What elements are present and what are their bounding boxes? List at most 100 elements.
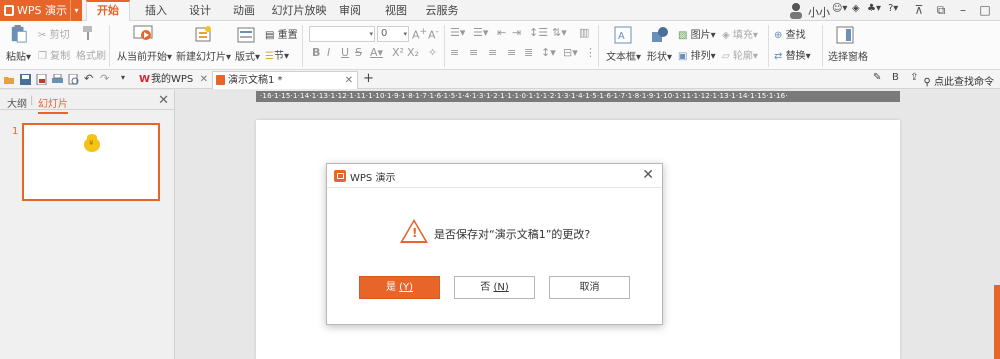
- pin-icon[interactable]: ✎: [873, 72, 881, 83]
- paste-button[interactable]: 粘贴▾: [6, 48, 31, 63]
- align-left-icon[interactable]: ≡: [450, 46, 459, 59]
- fill-button[interactable]: ◈ 填充▾: [722, 26, 758, 42]
- font-name-combo[interactable]: ▾: [309, 26, 375, 42]
- align-right-icon[interactable]: ≡: [488, 46, 497, 59]
- cancel-button[interactable]: 取消: [549, 276, 630, 299]
- close-icon[interactable]: ✕: [642, 167, 654, 183]
- user-name[interactable]: 小小: [808, 4, 830, 20]
- select-pane-icon[interactable]: [836, 26, 854, 44]
- tab-review[interactable]: 审阅: [334, 0, 366, 21]
- scroll-handle[interactable]: [994, 285, 1000, 359]
- shape-button[interactable]: 形状▾: [647, 48, 672, 63]
- superscript-icon[interactable]: X²: [392, 46, 404, 59]
- customize-icon[interactable]: ▾: [121, 73, 125, 82]
- print-icon[interactable]: [52, 74, 63, 85]
- section-button[interactable]: ☰节▾: [265, 47, 289, 63]
- tab-my-wps[interactable]: W 我的WPS ✕: [136, 71, 212, 89]
- maximize-icon[interactable]: □: [974, 0, 996, 21]
- avatar[interactable]: [787, 1, 805, 22]
- tab-slideshow[interactable]: 幻灯片放映: [270, 0, 328, 21]
- italic-icon[interactable]: I: [327, 46, 330, 59]
- font-size-combo[interactable]: 0 ▾: [377, 26, 409, 42]
- text-box-icon[interactable]: A: [614, 26, 632, 44]
- justify-icon[interactable]: ≡: [507, 46, 516, 59]
- distribute-icon[interactable]: ≣: [524, 46, 533, 59]
- text-box-button[interactable]: 文本框▾: [606, 48, 641, 63]
- close-icon[interactable]: ✕: [158, 93, 169, 108]
- clear-format-icon[interactable]: ✧: [428, 46, 437, 59]
- help-icon[interactable]: ?▾: [888, 3, 898, 14]
- tab-slides[interactable]: 幻灯片: [38, 95, 68, 114]
- new-slide-button[interactable]: 新建幻灯片▾: [176, 48, 231, 63]
- align-center-icon[interactable]: ≡: [469, 46, 478, 59]
- slide-thumbnail[interactable]: ¥: [22, 123, 160, 201]
- valign-icon[interactable]: ⊟▾: [563, 46, 578, 59]
- close-icon[interactable]: ✕: [345, 72, 353, 89]
- export-icon[interactable]: [36, 74, 47, 85]
- app-menu-button[interactable]: WPS 演示 ▾: [0, 0, 82, 21]
- bold-icon[interactable]: B: [312, 46, 320, 59]
- smartart-icon[interactable]: ⋮: [585, 46, 596, 59]
- share-icon[interactable]: ⇪: [910, 72, 918, 83]
- shrink-font-icon[interactable]: A-: [428, 26, 439, 42]
- outline-button[interactable]: ▱ 轮廓▾: [722, 47, 758, 63]
- find-button[interactable]: ⊕ 查找: [774, 26, 806, 42]
- arrange-button[interactable]: ▣ 排列▾: [678, 47, 716, 63]
- decrease-indent-icon[interactable]: ⇤: [497, 26, 506, 39]
- format-painter-icon[interactable]: [80, 25, 96, 41]
- bullet-list-icon[interactable]: ☰▾: [450, 26, 465, 39]
- restore-ribbon-icon[interactable]: ⊼: [908, 0, 930, 21]
- tab-cloud[interactable]: 云服务: [424, 0, 460, 21]
- number-list-icon[interactable]: ☰▾: [473, 26, 488, 39]
- redo-icon[interactable]: ↷: [100, 72, 109, 85]
- open-icon[interactable]: [4, 74, 15, 85]
- subscript-icon[interactable]: X₂: [407, 46, 419, 59]
- tab-outline[interactable]: 大纲: [7, 95, 27, 110]
- no-button[interactable]: 否 (N): [454, 276, 535, 299]
- text-direction-icon[interactable]: ⇅▾: [552, 26, 567, 39]
- shield-icon[interactable]: ◈: [852, 3, 860, 14]
- para-spacing-icon[interactable]: ↕▾: [541, 46, 556, 59]
- undo-icon[interactable]: ↶: [84, 72, 93, 85]
- layout-icon[interactable]: [237, 27, 255, 43]
- slideshow-icon[interactable]: [133, 25, 153, 43]
- save-icon[interactable]: [20, 74, 31, 85]
- cut-button[interactable]: ✂ 剪切: [38, 26, 70, 42]
- layout-button[interactable]: 版式▾: [235, 48, 260, 63]
- format-painter-button[interactable]: 格式刷: [76, 47, 106, 62]
- paste-icon[interactable]: [8, 25, 30, 43]
- shape-icon[interactable]: [651, 26, 669, 44]
- print-preview-icon[interactable]: [68, 74, 79, 85]
- minimize-icon[interactable]: –: [952, 0, 974, 21]
- tab-view[interactable]: 视图: [380, 0, 412, 21]
- increase-indent-icon[interactable]: ⇥: [512, 26, 521, 39]
- close-icon[interactable]: ✕: [200, 71, 208, 88]
- picture-button[interactable]: ▧ 图片▾: [678, 26, 716, 42]
- tab-design[interactable]: 设计: [184, 0, 216, 21]
- dialog-titlebar[interactable]: WPS 演示 ✕: [327, 164, 662, 188]
- grow-font-icon[interactable]: A+: [412, 26, 427, 42]
- columns-icon[interactable]: ▥: [579, 26, 589, 39]
- restore-window-icon[interactable]: ⧉: [930, 0, 952, 21]
- line-spacing-icon[interactable]: ↕☰: [529, 26, 548, 39]
- tab-document[interactable]: 演示文稿1 * ✕: [212, 71, 358, 89]
- select-pane-button[interactable]: 选择窗格: [828, 48, 868, 63]
- copy-button[interactable]: ❐ 复制: [38, 47, 70, 63]
- from-current-button[interactable]: 从当前开始▾: [117, 48, 172, 63]
- underline-icon[interactable]: U: [341, 46, 349, 59]
- replace-button[interactable]: ⇄ 替换▾: [774, 47, 811, 63]
- chevron-down-icon[interactable]: ▾: [70, 0, 82, 21]
- skin-icon[interactable]: ☺▾: [832, 3, 847, 14]
- strikethrough-icon[interactable]: S: [355, 46, 362, 59]
- font-color-icon[interactable]: A▾: [370, 46, 383, 59]
- collab-icon[interactable]: B: [892, 72, 899, 83]
- new-tab-icon[interactable]: +: [363, 71, 374, 86]
- reset-button[interactable]: ▤ 重置: [265, 26, 298, 42]
- search-command[interactable]: ⚲ 点此查找命令: [923, 73, 994, 88]
- tab-insert[interactable]: 插入: [140, 0, 172, 21]
- tab-animation[interactable]: 动画: [228, 0, 260, 21]
- shirt-icon[interactable]: ♣▾: [867, 3, 881, 14]
- new-slide-icon[interactable]: [193, 25, 213, 43]
- yes-button[interactable]: 是 (Y): [359, 276, 440, 299]
- tab-home[interactable]: 开始: [86, 0, 130, 21]
